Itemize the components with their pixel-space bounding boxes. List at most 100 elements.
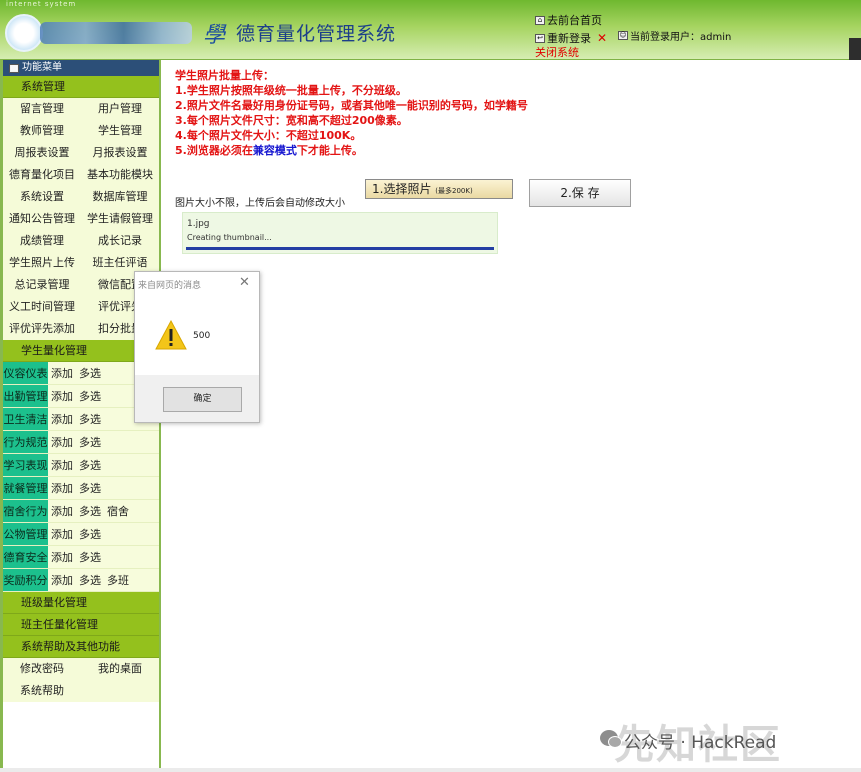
- alert-close-icon[interactable]: ✕: [239, 275, 250, 290]
- sidebar-menu-item[interactable]: 通知公告管理: [3, 208, 81, 230]
- close-icon: ✕: [597, 31, 608, 45]
- main-content: 学生照片批量上传： 1.学生照片按照年级统一批量上传，不分班级。 2.照片文件名…: [163, 60, 861, 772]
- system-menu-row: 系统设置 数据库管理: [3, 186, 159, 208]
- quant-action-link[interactable]: 多选: [79, 523, 101, 545]
- sidebar-menu-item[interactable]: 义工时间管理: [3, 296, 81, 318]
- sidebar-menu-item[interactable]: 我的桌面: [81, 658, 159, 680]
- quant-action-link[interactable]: 多选: [79, 408, 101, 430]
- quant-action-link[interactable]: 添加: [51, 385, 73, 407]
- sidebar-menu-item[interactable]: 基本功能模块: [81, 164, 159, 186]
- watermark: 先知社区 公众号 · HackRead: [566, 712, 856, 768]
- quant-action-link[interactable]: 多选: [79, 500, 101, 522]
- help-menu-grid: 修改密码 我的桌面 系统帮助: [3, 658, 159, 702]
- alert-dialog: 来自网页的消息 ✕ 500 确定: [134, 271, 260, 423]
- logo-script-glyph: 學: [203, 23, 226, 48]
- quant-action-link[interactable]: 多选: [79, 454, 101, 476]
- quant-action-link[interactable]: 添加: [51, 477, 73, 499]
- quant-action-link[interactable]: 多班: [107, 569, 129, 591]
- sidebar-menu-item[interactable]: 周报表设置: [3, 142, 81, 164]
- quant-menu-row: 宿舍行为 添加 多选 宿舍: [3, 500, 159, 523]
- sidebar-menu-item[interactable]: 月报表设置: [81, 142, 159, 164]
- quant-action-link[interactable]: 添加: [51, 523, 73, 545]
- choose-photo-button[interactable]: 1.选择照片 (最多200K): [365, 179, 513, 199]
- section-help[interactable]: 系统帮助及其他功能: [3, 636, 159, 658]
- quant-category[interactable]: 学习表现: [3, 454, 48, 476]
- section-class-quant[interactable]: 班级量化管理: [3, 592, 159, 614]
- quant-menu-row: 公物管理 添加 多选: [3, 523, 159, 546]
- home-link[interactable]: ⌂ 去前台首页: [535, 12, 602, 28]
- menu-title: ▤ 功能菜单: [3, 60, 159, 76]
- help-menu-row: 修改密码 我的桌面: [3, 658, 159, 680]
- quant-category[interactable]: 奖励积分: [3, 569, 48, 591]
- quant-category[interactable]: 卫生清洁: [3, 408, 48, 430]
- exit-link[interactable]: 关闭系统: [535, 44, 579, 60]
- instruction-line-2: 2.照片文件名最好用身份证号码，或者其他唯一能识别的号码，如学籍号: [175, 99, 528, 112]
- quant-action-link[interactable]: 多选: [79, 362, 101, 384]
- quant-category[interactable]: 就餐管理: [3, 477, 48, 499]
- sidebar-menu-item[interactable]: 用户管理: [81, 98, 159, 120]
- sidebar-menu-item[interactable]: 成长记录: [81, 230, 159, 252]
- system-menu-row: 教师管理 学生管理: [3, 120, 159, 142]
- sidebar-menu-item[interactable]: 系统帮助: [3, 680, 81, 702]
- quant-category[interactable]: 出勤管理: [3, 385, 48, 407]
- quant-action-link[interactable]: 添加: [51, 569, 73, 591]
- quant-menu-row: 学习表现 添加 多选: [3, 454, 159, 477]
- system-menu-row: 德育量化项目 基本功能模块: [3, 164, 159, 186]
- quant-action-link[interactable]: 添加: [51, 408, 73, 430]
- upload-hint: 图片大小不限，上传后会自动修改大小: [175, 198, 345, 209]
- quant-category[interactable]: 公物管理: [3, 523, 48, 545]
- quant-action-link[interactable]: 添加: [51, 546, 73, 568]
- instruction-line-1: 1.学生照片按照年级统一批量上传，不分班级。: [175, 84, 407, 97]
- current-user-info: ☺ 当前登录用户：admin: [618, 28, 731, 43]
- instruction-line-5-suffix: 下才能上传。: [296, 144, 363, 157]
- sidebar-menu-item[interactable]: 德育量化项目: [3, 164, 81, 186]
- sidebar-menu-item[interactable]: 系统设置: [3, 186, 81, 208]
- quant-category[interactable]: 德育安全: [3, 546, 48, 568]
- sidebar-menu-item[interactable]: 数据库管理: [81, 186, 159, 208]
- sidebar-menu-item[interactable]: 总记录管理: [3, 274, 81, 296]
- sidebar-menu-item[interactable]: 学生照片上传: [3, 252, 81, 274]
- sidebar-menu-item[interactable]: 教师管理: [3, 120, 81, 142]
- section-teacher-quant[interactable]: 班主任量化管理: [3, 614, 159, 636]
- menu-title-label: 功能菜单: [22, 62, 62, 73]
- upload-progress-track: [186, 247, 494, 250]
- choose-photo-label: 1.选择照片: [372, 182, 432, 196]
- upload-file-name: 1.jpg: [187, 219, 210, 229]
- blurred-school-name: [40, 22, 192, 44]
- quant-action-link[interactable]: 多选: [79, 431, 101, 453]
- quant-action-link[interactable]: 宿舍: [107, 500, 129, 522]
- system-title: 德育量化管理系统: [236, 23, 397, 45]
- sidebar-menu-item[interactable]: 学生管理: [81, 120, 159, 142]
- save-button[interactable]: 2.保 存: [529, 179, 631, 207]
- sidebar-menu-item[interactable]: 留言管理: [3, 98, 81, 120]
- relogin-icon: ↩: [535, 33, 545, 43]
- quant-action-link[interactable]: 添加: [51, 500, 73, 522]
- help-menu-row: 系统帮助: [3, 680, 159, 702]
- system-menu-row: 留言管理 用户管理: [3, 98, 159, 120]
- instruction-line-3: 3.每个照片文件尺寸：宽和高不超过200像素。: [175, 114, 408, 127]
- quant-action-link[interactable]: 多选: [79, 546, 101, 568]
- bottom-border: [0, 768, 861, 772]
- sidebar-menu-item[interactable]: 修改密码: [3, 658, 81, 680]
- alert-message: 500: [193, 331, 211, 341]
- quant-action-link[interactable]: 多选: [79, 569, 101, 591]
- watermark-text: 公众号 · HackRead: [624, 733, 777, 753]
- quant-action-link[interactable]: 添加: [51, 454, 73, 476]
- sidebar-menu-item[interactable]: 学生请假管理: [81, 208, 159, 230]
- system-menu-row: 成绩管理 成长记录: [3, 230, 159, 252]
- section-system-management[interactable]: 系统管理: [3, 76, 159, 98]
- quant-category[interactable]: 宿舍行为: [3, 500, 48, 522]
- sidebar-menu-item[interactable]: 成绩管理: [3, 230, 81, 252]
- instructions-heading: 学生照片批量上传：: [175, 69, 274, 82]
- home-link-label: 去前台首页: [547, 14, 602, 27]
- quant-action-link[interactable]: 多选: [79, 385, 101, 407]
- sidebar-menu-item[interactable]: 评优评先添加: [3, 318, 81, 340]
- quant-action-link[interactable]: 多选: [79, 477, 101, 499]
- quant-category[interactable]: 仪容仪表: [3, 362, 48, 384]
- quant-category[interactable]: 行为规范: [3, 431, 48, 453]
- quant-action-link[interactable]: 添加: [51, 362, 73, 384]
- header-topline: internet system: [6, 0, 77, 8]
- alert-ok-button[interactable]: 确定: [163, 387, 242, 412]
- quant-menu-row: 德育安全 添加 多选: [3, 546, 159, 569]
- quant-action-link[interactable]: 添加: [51, 431, 73, 453]
